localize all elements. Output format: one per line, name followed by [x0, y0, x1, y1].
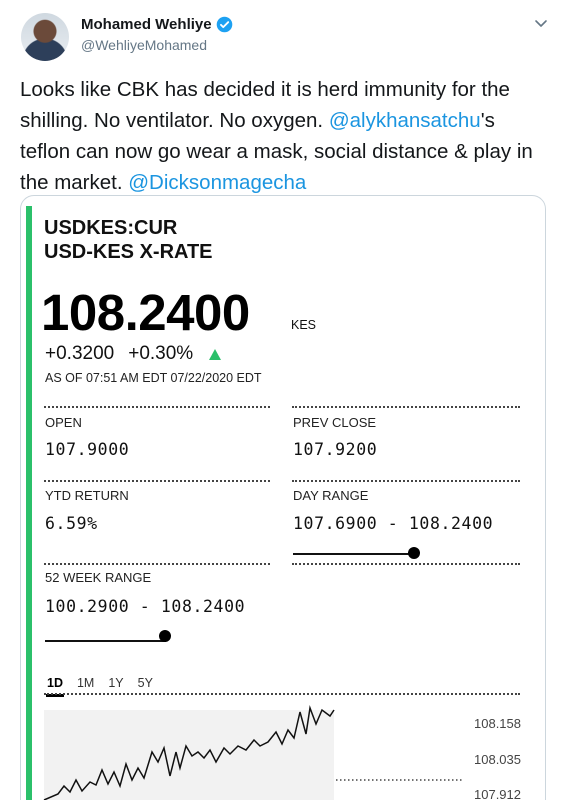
prev-close-label: PREV CLOSE [293, 415, 377, 430]
ytd-return-value: 6.59% [45, 514, 98, 533]
week52-range-value: 100.2900 - 108.2400 [45, 597, 246, 616]
tab-1y[interactable]: 1Y [108, 676, 123, 690]
mention-link[interactable]: @Dicksonmagecha [128, 171, 306, 194]
mention-link[interactable]: @alykhansatchu [329, 109, 481, 132]
author-name[interactable]: Mohamed Wehliye [81, 16, 233, 33]
week52-range-marker [159, 630, 171, 642]
y-tick-label: 108.158 [474, 716, 521, 731]
divider [44, 406, 270, 408]
price-value: 108.2400 [41, 284, 250, 341]
verified-badge-icon [216, 16, 232, 33]
ytd-return-label: YTD RETURN [45, 488, 129, 503]
day-range-label: DAY RANGE [293, 488, 369, 503]
tweet-text: Looks like CBK has decided it is herd im… [20, 74, 545, 198]
open-value: 107.9000 [45, 440, 130, 459]
price-chart [43, 705, 464, 800]
divider [44, 563, 270, 565]
change-absolute: +0.3200 [45, 343, 115, 364]
day-range-value: 107.6900 - 108.2400 [293, 514, 494, 533]
author-name-text[interactable]: Mohamed Wehliye [81, 16, 212, 33]
divider [292, 480, 520, 482]
week52-range-label: 52 WEEK RANGE [45, 570, 152, 585]
price-change: +0.3200 +0.30% [45, 343, 222, 365]
up-arrow-icon [209, 348, 222, 360]
chart-area-shade [44, 710, 334, 800]
y-tick-label: 107.912 [474, 787, 521, 800]
divider [292, 406, 520, 408]
divider [292, 563, 520, 565]
currency-label: KES [291, 318, 317, 332]
tab-1d[interactable]: 1D [46, 676, 64, 697]
author-handle[interactable]: @WehliyeMohamed [81, 37, 207, 53]
chevron-down-icon[interactable] [533, 15, 549, 31]
day-range-marker [408, 547, 420, 559]
divider [44, 480, 270, 482]
day-range-bar [293, 553, 415, 555]
chart-range-tabs: 1D 1M 1Y 5Y [46, 676, 153, 697]
open-label: OPEN [45, 415, 82, 430]
instrument-name: USD-KES X-RATE [44, 241, 213, 263]
as-of-timestamp: AS OF 07:51 AM EDT 07/22/2020 EDT [45, 371, 262, 385]
y-tick-label: 108.035 [474, 752, 521, 767]
tab-1m[interactable]: 1M [77, 676, 94, 690]
avatar[interactable] [21, 13, 69, 61]
change-percent: +0.30% [128, 343, 194, 364]
prev-close-value: 107.9200 [293, 440, 378, 459]
ticker-symbol: USDKES:CUR [44, 217, 178, 239]
tab-5y[interactable]: 5Y [138, 676, 153, 690]
week52-range-bar [45, 640, 166, 642]
